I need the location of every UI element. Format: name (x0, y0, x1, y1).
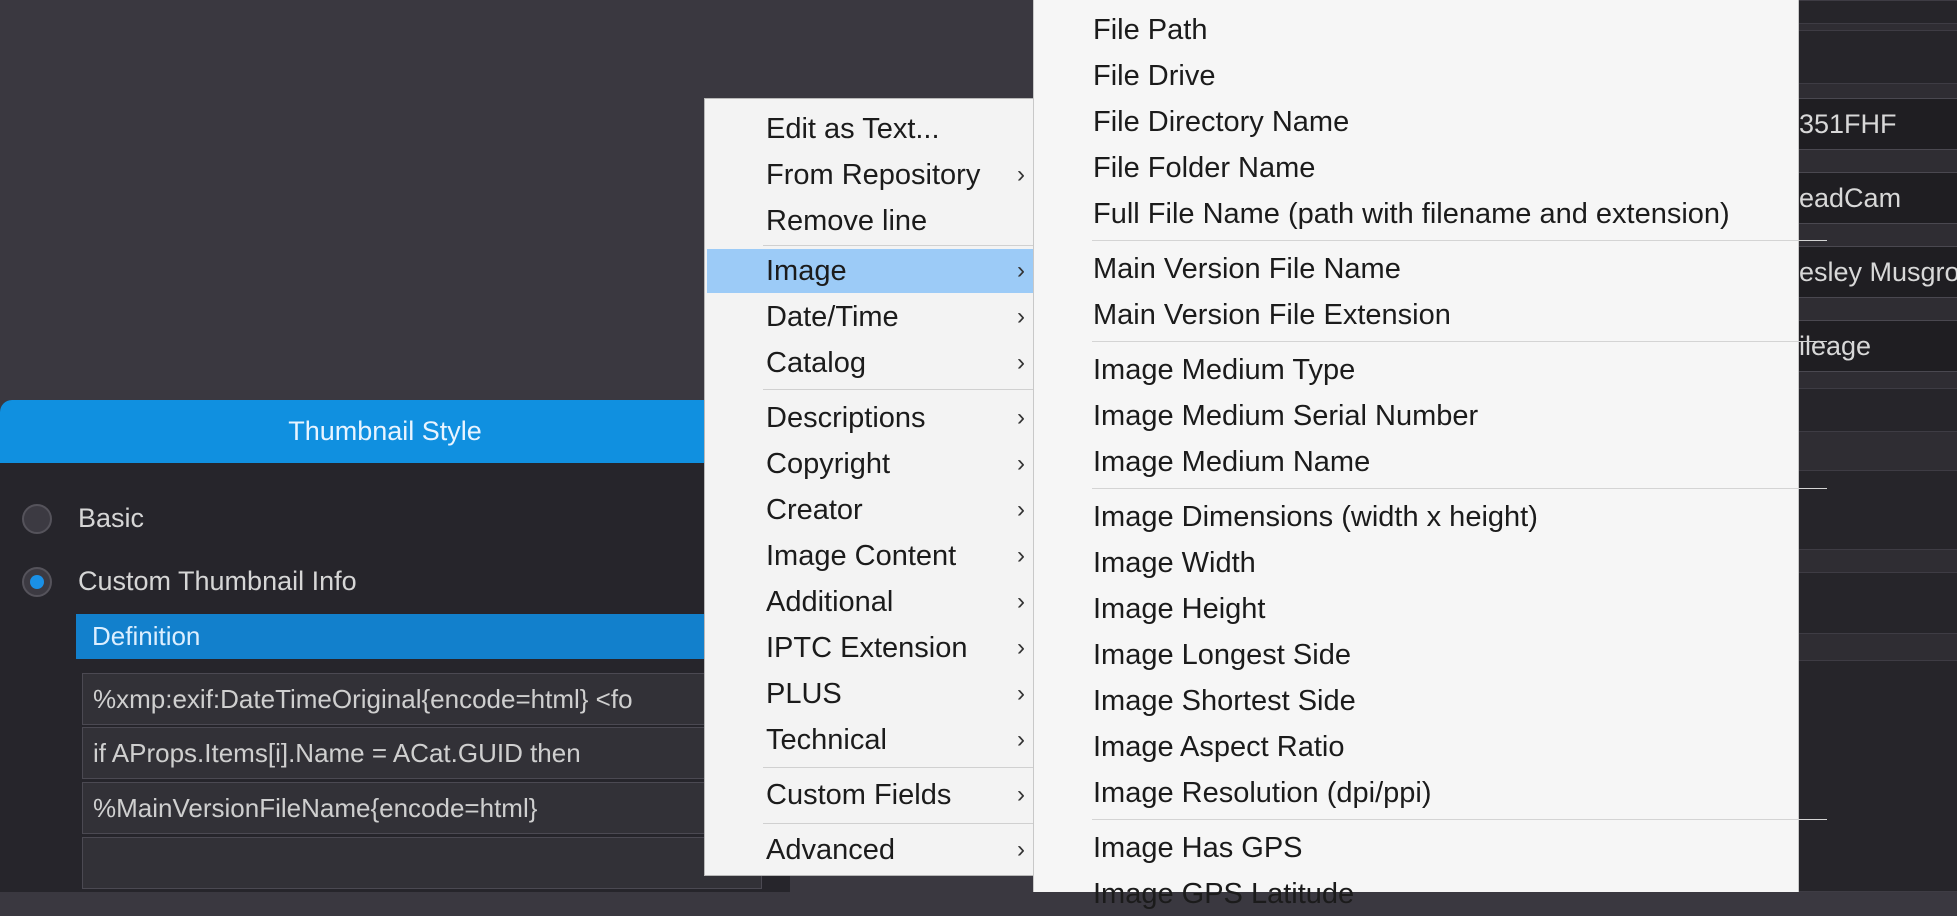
radio-basic[interactable] (22, 503, 52, 534)
menu-separator (763, 245, 1033, 246)
menu-item-copyright[interactable]: Copyright › (707, 442, 1033, 486)
submenu-item-full-file-name[interactable]: Full File Name (path with filename and e… (1034, 192, 1794, 236)
menu-item-catalog[interactable]: Catalog › (707, 341, 1033, 385)
context-menu: Edit as Text... From Repository › Remove … (704, 98, 1036, 876)
menu-item-custom-fields[interactable]: Custom Fields › (707, 773, 1033, 817)
definition-line[interactable]: %xmp:exif:DateTimeOriginal{encode=html} … (82, 673, 762, 725)
menu-item-label: Creator (766, 494, 863, 526)
submenu-separator (1092, 819, 1827, 820)
menu-item-remove-line[interactable]: Remove line (707, 199, 1033, 243)
definition-line[interactable]: %MainVersionFileName{encode=html} (82, 782, 762, 834)
menu-item-label: Date/Time (766, 301, 899, 333)
submenu-item-image-gps-latitude[interactable]: Image GPS Latitude (1034, 872, 1794, 916)
submenu-separator (1092, 341, 1827, 342)
submenu-item-image-resolution[interactable]: Image Resolution (dpi/ppi) (1034, 771, 1794, 815)
background-bar (1780, 660, 1957, 892)
submenu-item-file-folder-name[interactable]: File Folder Name (1034, 146, 1794, 190)
submenu-separator (1092, 240, 1827, 241)
chevron-right-icon: › (1017, 588, 1025, 615)
background-bar (1780, 388, 1957, 432)
submenu-item-main-version-file-extension[interactable]: Main Version File Extension (1034, 293, 1794, 337)
chevron-right-icon: › (1017, 349, 1025, 376)
menu-item-label: Edit as Text... (766, 113, 940, 145)
submenu-item-file-path[interactable]: File Path (1034, 8, 1794, 52)
menu-item-edit-as-text[interactable]: Edit as Text... (707, 107, 1033, 151)
menu-item-image-content[interactable]: Image Content › (707, 534, 1033, 578)
background-field[interactable]: eadCam (1780, 172, 1957, 224)
background-field[interactable]: 351FHF (1780, 98, 1957, 150)
chevron-right-icon: › (1017, 257, 1025, 284)
menu-item-label: From Repository (766, 159, 981, 191)
chevron-right-icon: › (1017, 404, 1025, 431)
menu-item-label: Copyright (766, 448, 891, 480)
dialog-title: Thumbnail Style (0, 400, 770, 463)
menu-item-technical[interactable]: Technical › (707, 718, 1033, 762)
thumbnail-style-dialog: Thumbnail Style Basic Custom Thumbnail I… (0, 400, 790, 892)
menu-item-label: PLUS (766, 678, 842, 710)
background-field[interactable]: esley Musgro (1780, 246, 1957, 298)
menu-separator (763, 767, 1033, 768)
menu-item-label: Descriptions (766, 402, 926, 434)
radio-basic-row[interactable]: Basic (22, 503, 144, 534)
submenu-item-image-longest-side[interactable]: Image Longest Side (1034, 633, 1794, 677)
submenu-item-file-drive[interactable]: File Drive (1034, 54, 1794, 98)
background-bar (1780, 0, 1957, 24)
menu-item-creator[interactable]: Creator › (707, 488, 1033, 532)
menu-item-date-time[interactable]: Date/Time › (707, 295, 1033, 339)
menu-separator (763, 823, 1033, 824)
background-field[interactable]: ileage (1780, 320, 1957, 372)
menu-item-additional[interactable]: Additional › (707, 580, 1033, 624)
definition-line[interactable]: if AProps.Items[i].Name = ACat.GUID then (82, 727, 762, 779)
radio-custom[interactable] (22, 566, 52, 597)
chevron-right-icon: › (1017, 634, 1025, 661)
definition-header: Definition (76, 614, 776, 659)
chevron-right-icon: › (1017, 781, 1025, 808)
submenu-item-main-version-file-name[interactable]: Main Version File Name (1034, 247, 1794, 291)
submenu-item-image-width[interactable]: Image Width (1034, 541, 1794, 585)
menu-item-label: Additional (766, 586, 894, 618)
submenu-item-image-aspect-ratio[interactable]: Image Aspect Ratio (1034, 725, 1794, 769)
menu-item-label: Custom Fields (766, 779, 952, 811)
submenu-item-image-has-gps[interactable]: Image Has GPS (1034, 826, 1794, 870)
submenu-item-image-medium-serial-number[interactable]: Image Medium Serial Number (1034, 394, 1794, 438)
chevron-right-icon: › (1017, 680, 1025, 707)
submenu-item-image-shortest-side[interactable]: Image Shortest Side (1034, 679, 1794, 723)
submenu-item-file-directory-name[interactable]: File Directory Name (1034, 100, 1794, 144)
menu-item-iptc-extension[interactable]: IPTC Extension › (707, 626, 1033, 670)
radio-custom-label: Custom Thumbnail Info (78, 566, 357, 596)
chevron-right-icon: › (1017, 303, 1025, 330)
definition-line[interactable] (82, 837, 762, 889)
menu-item-plus[interactable]: PLUS › (707, 672, 1033, 716)
menu-item-label: Advanced (766, 834, 895, 866)
image-submenu: File Path File Drive File Directory Name… (1033, 0, 1827, 910)
menu-item-advanced[interactable]: Advanced › (707, 828, 1033, 872)
chevron-right-icon: › (1017, 161, 1025, 188)
menu-item-label: Image (766, 255, 847, 287)
chevron-right-icon: › (1017, 542, 1025, 569)
menu-item-descriptions[interactable]: Descriptions › (707, 396, 1033, 440)
background-bar (1780, 470, 1957, 550)
submenu-item-image-medium-type[interactable]: Image Medium Type (1034, 348, 1794, 392)
menu-item-label: Technical (766, 724, 887, 756)
menu-item-image[interactable]: Image › (707, 249, 1033, 293)
submenu-item-image-height[interactable]: Image Height (1034, 587, 1794, 631)
menu-item-label: Catalog (766, 347, 866, 379)
menu-separator (763, 389, 1033, 390)
submenu-item-image-medium-name[interactable]: Image Medium Name (1034, 440, 1794, 484)
background-bar (1780, 572, 1957, 634)
chevron-right-icon: › (1017, 726, 1025, 753)
menu-item-from-repository[interactable]: From Repository › (707, 153, 1033, 197)
radio-custom-row[interactable]: Custom Thumbnail Info (22, 566, 357, 597)
chevron-right-icon: › (1017, 450, 1025, 477)
submenu-item-image-dimensions[interactable]: Image Dimensions (width x height) (1034, 495, 1794, 539)
radio-basic-label: Basic (78, 503, 145, 533)
chevron-right-icon: › (1017, 496, 1025, 523)
chevron-right-icon: › (1017, 836, 1025, 863)
menu-item-label: IPTC Extension (766, 632, 968, 664)
submenu-separator (1092, 488, 1827, 489)
background-bar (1780, 30, 1957, 84)
menu-item-label: Image Content (766, 540, 957, 572)
menu-item-label: Remove line (766, 205, 928, 237)
